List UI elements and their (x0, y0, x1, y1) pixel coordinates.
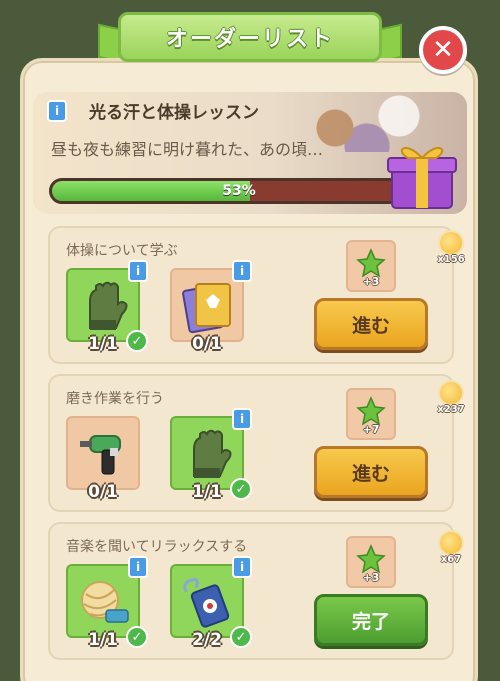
item-info-icon[interactable]: i (128, 556, 148, 578)
task-item[interactable]: i 1/1 ✓ (66, 556, 148, 650)
item-info-icon[interactable]: i (232, 260, 252, 282)
reward-box: +7 (346, 388, 396, 440)
item-info-icon[interactable]: i (232, 556, 252, 578)
close-icon: ✕ (432, 35, 454, 65)
check-icon: ✓ (230, 478, 252, 500)
task-title: 音楽を聞いてリラックスする (66, 539, 248, 555)
item-count: 0/1 (192, 334, 222, 354)
drill-icon (80, 435, 121, 475)
task-item[interactable]: i 1/1 ✓ (66, 260, 148, 354)
star-icon (356, 248, 386, 278)
item-count: 0/1 (88, 482, 118, 502)
reward-box: +3 (346, 240, 396, 292)
check-icon: ✓ (126, 330, 148, 352)
check-icon: ✓ (126, 626, 148, 648)
star-icon (356, 544, 386, 574)
task-card: 磨き作業を行う 0/1 i 1/1 ✓ +7 進む (48, 374, 454, 512)
glove-icon (89, 281, 128, 330)
coin-icon (438, 530, 464, 556)
gift-icon[interactable] (386, 136, 458, 212)
coin-badge: x67 (434, 530, 468, 574)
coin-amount: x67 (440, 554, 462, 565)
star-icon (356, 396, 386, 426)
reward-amount: +7 (362, 423, 380, 436)
progress-label: 53% (222, 183, 256, 199)
coin-badge: x237 (434, 380, 468, 424)
reward-amount: +3 (362, 571, 380, 584)
task-item[interactable]: i 2/2 ✓ (170, 556, 252, 650)
music-player-icon (183, 578, 230, 628)
close-button[interactable]: ✕ (419, 26, 467, 74)
coin-amount: x156 (437, 254, 465, 265)
lesson-description: 昼も夜も練習に明け暮れた、あの頃… (51, 140, 324, 159)
task-card: 体操について学ぶ i 1/1 ✓ i 0/1 +3 進む (48, 226, 454, 364)
reward-amount: +3 (362, 275, 380, 288)
proceed-button[interactable]: 進む (314, 298, 428, 350)
coin-amount: x237 (437, 404, 465, 415)
coin-icon (438, 230, 464, 256)
task-title: 磨き作業を行う (66, 391, 164, 407)
lesson-title: 光る汗と体操レッスン (89, 103, 259, 123)
complete-button[interactable]: 完了 (314, 594, 428, 646)
book-icon (182, 283, 231, 334)
coin-badge: x156 (434, 230, 468, 274)
check-icon: ✓ (230, 626, 252, 648)
item-info-icon[interactable]: i (232, 408, 252, 430)
lesson-info-icon[interactable]: i (47, 100, 67, 122)
task-card: 音楽を聞いてリラックスする i 1/1 ✓ i 2/2 ✓ +3 完了 (48, 522, 454, 660)
task-item[interactable]: i 0/1 (170, 260, 252, 354)
page-title: オーダーリスト (165, 27, 334, 52)
reward-box: +3 (346, 536, 396, 588)
task-item[interactable]: i 1/1 ✓ (170, 408, 252, 502)
title-banner: オーダーリスト (118, 12, 382, 62)
coin-icon (438, 380, 464, 406)
task-title: 体操について学ぶ (66, 243, 178, 259)
proceed-button[interactable]: 進む (314, 446, 428, 498)
glove-icon (193, 429, 232, 478)
item-info-icon[interactable]: i (128, 260, 148, 282)
task-item[interactable]: 0/1 (66, 416, 140, 502)
yarn-icon (81, 581, 129, 623)
progress-bar: 53% (49, 178, 429, 204)
